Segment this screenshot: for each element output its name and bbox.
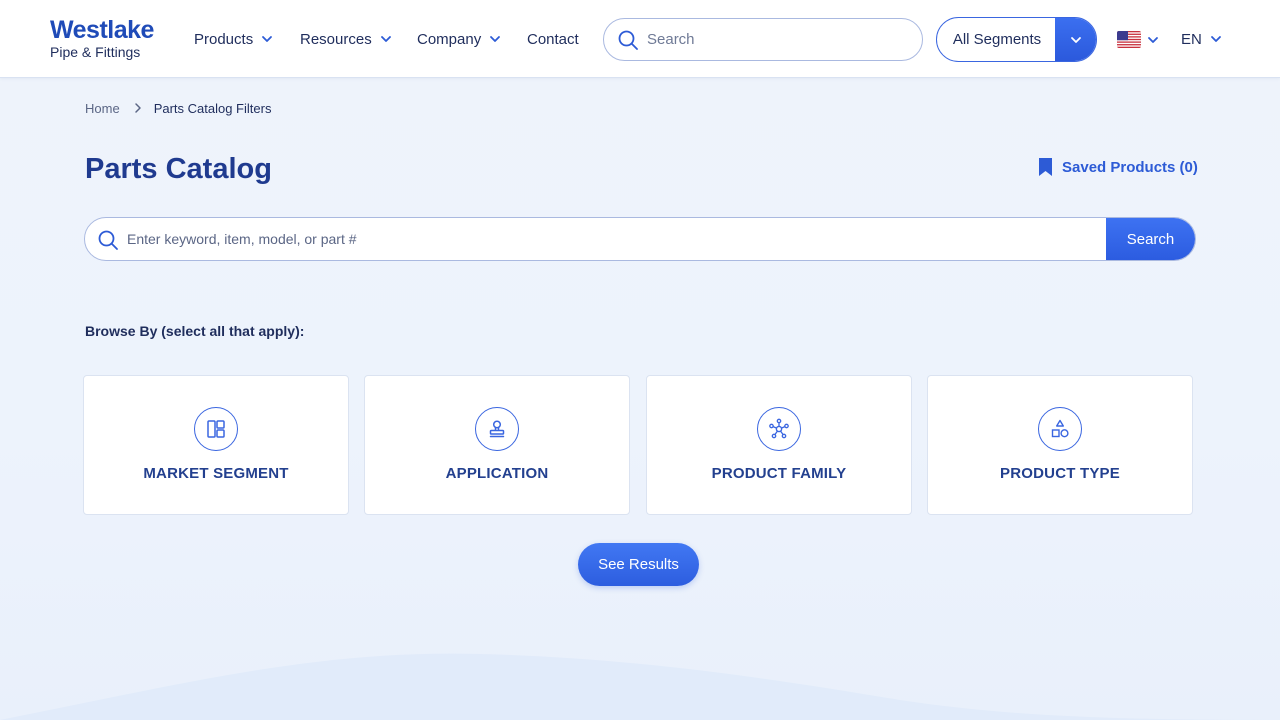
chevron-down-icon xyxy=(489,33,501,45)
header-search xyxy=(603,18,923,61)
nav-resources[interactable]: Resources xyxy=(300,0,392,78)
chevron-right-icon xyxy=(134,102,142,114)
search-icon xyxy=(97,229,119,251)
saved-products-label: Saved Products (0) xyxy=(1062,158,1198,176)
segment-select-value: All Segments xyxy=(952,31,1042,48)
catalog-search: Search xyxy=(84,217,1196,261)
shapes-icon xyxy=(1038,407,1082,451)
layout-grid-icon xyxy=(194,407,238,451)
nav-company-label: Company xyxy=(417,30,482,48)
logo-tagline: Pipe & Fittings xyxy=(50,44,141,60)
chevron-down-icon xyxy=(380,33,392,45)
header-search-input[interactable] xyxy=(647,31,897,48)
nav-company[interactable]: Company xyxy=(417,0,501,78)
logo-wordmark: Westlake xyxy=(50,16,154,44)
see-results-button[interactable]: See Results xyxy=(578,543,699,586)
browse-card-label: PRODUCT FAMILY xyxy=(711,465,847,482)
chevron-down-icon xyxy=(1070,36,1081,43)
nav-resources-label: Resources xyxy=(300,30,372,48)
nav-products[interactable]: Products xyxy=(194,0,273,78)
nav-contact-label: Contact xyxy=(527,30,579,48)
segment-select[interactable]: All Segments xyxy=(936,17,1097,62)
browse-card-market-segment[interactable]: MARKET SEGMENT xyxy=(83,375,349,515)
network-icon xyxy=(757,407,801,451)
page-title: Parts Catalog xyxy=(85,153,272,185)
us-flag-icon[interactable] xyxy=(1117,31,1141,48)
browse-by-label: Browse By (select all that apply): xyxy=(85,323,305,339)
browse-card-label: MARKET SEGMENT xyxy=(143,465,289,482)
chevron-down-icon[interactable] xyxy=(1147,33,1159,45)
search-icon[interactable] xyxy=(617,29,639,51)
catalog-search-button[interactable]: Search xyxy=(1106,218,1195,260)
breadcrumb-home[interactable]: Home xyxy=(85,101,120,116)
bookmark-icon xyxy=(1038,157,1053,177)
browse-card-product-type[interactable]: PRODUCT TYPE xyxy=(927,375,1193,515)
chevron-down-icon xyxy=(261,33,273,45)
browse-card-label: PRODUCT TYPE xyxy=(1000,465,1120,482)
browse-card-application[interactable]: APPLICATION xyxy=(364,375,630,515)
language-value: EN xyxy=(1181,30,1202,48)
background-wave xyxy=(0,653,1280,720)
language-select[interactable]: EN xyxy=(1181,0,1222,78)
catalog-search-input[interactable] xyxy=(127,218,1097,260)
nav-contact[interactable]: Contact xyxy=(527,0,579,78)
stamp-icon xyxy=(475,407,519,451)
segment-dropdown-button[interactable] xyxy=(1055,18,1096,61)
chevron-down-icon xyxy=(1210,33,1222,45)
westlake-logo[interactable]: Westlake Pipe & Fittings xyxy=(50,16,170,62)
site-header: Westlake Pipe & Fittings Products Resour… xyxy=(0,0,1280,78)
browse-card-label: APPLICATION xyxy=(445,465,549,482)
breadcrumb: Home Parts Catalog Filters xyxy=(85,99,271,117)
nav-products-label: Products xyxy=(194,30,254,48)
breadcrumb-current: Parts Catalog Filters xyxy=(153,100,272,116)
browse-card-product-family[interactable]: PRODUCT FAMILY xyxy=(646,375,912,515)
saved-products-link[interactable]: Saved Products (0) xyxy=(1038,156,1198,178)
